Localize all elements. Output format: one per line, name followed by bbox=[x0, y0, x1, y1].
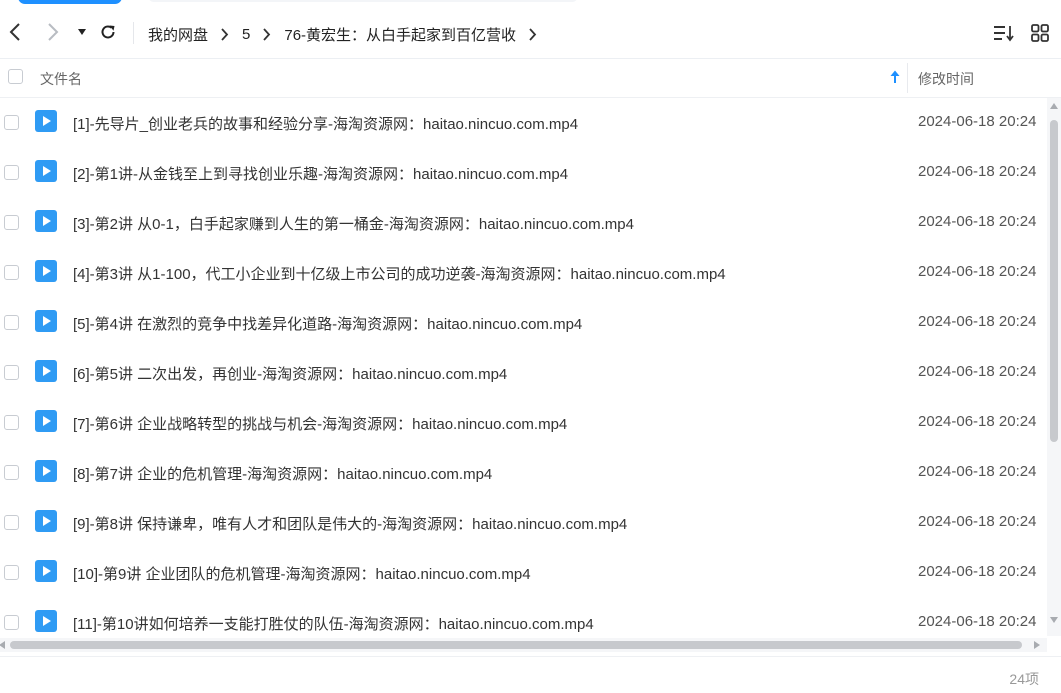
column-divider[interactable] bbox=[907, 63, 908, 93]
video-file-icon bbox=[35, 160, 57, 182]
file-modified-time: 2024-06-18 20:24 bbox=[918, 213, 1037, 230]
file-modified-time: 2024-06-18 20:24 bbox=[918, 113, 1037, 130]
chevron-right-icon bbox=[262, 27, 272, 41]
select-all-checkbox[interactable] bbox=[8, 69, 23, 84]
breadcrumb: 我的网盘 5 76-黄宏生：从白手起家到百亿营收 bbox=[148, 24, 550, 44]
file-name: [7]-第6讲 企业战略转型的挑战与机会-海淘资源网：haitao.nincuo… bbox=[73, 416, 568, 433]
file-row[interactable]: [6]-第5讲 二次出发，再创业-海淘资源网：haitao.nincuo.com… bbox=[0, 348, 1047, 398]
chevron-right-icon bbox=[220, 27, 230, 41]
row-checkbox[interactable] bbox=[4, 465, 19, 480]
chevron-left-icon bbox=[9, 23, 20, 41]
file-name: [9]-第8讲 保持谦卑，唯有人才和团队是伟大的-海淘资源网：haitao.ni… bbox=[73, 516, 628, 533]
file-row[interactable]: [4]-第3讲 从1-100，代工小企业到十亿级上市公司的成功逆袭-海淘资源网：… bbox=[0, 248, 1047, 298]
video-file-icon bbox=[35, 460, 57, 482]
file-modified-time: 2024-06-18 20:24 bbox=[918, 313, 1037, 330]
file-modified-time: 2024-06-18 20:24 bbox=[918, 513, 1037, 530]
file-row[interactable]: [5]-第4讲 在激烈的竞争中找差异化道路-海淘资源网：haitao.nincu… bbox=[0, 298, 1047, 348]
status-bar: 24项 bbox=[0, 656, 1061, 693]
file-name: [8]-第7讲 企业的危机管理-海淘资源网：haitao.nincuo.com.… bbox=[73, 466, 493, 483]
scroll-right-icon[interactable] bbox=[1033, 640, 1041, 650]
file-row[interactable]: [2]-第1讲-从金钱至上到寻找创业乐趣-海淘资源网：haitao.nincuo… bbox=[0, 148, 1047, 198]
grid-view-icon bbox=[1031, 24, 1049, 42]
caret-down-icon bbox=[78, 29, 86, 35]
breadcrumb-item-current[interactable]: 76-黄宏生：从白手起家到百亿营收 bbox=[284, 24, 516, 45]
column-header-name[interactable]: 文件名 bbox=[40, 69, 82, 89]
file-modified-time: 2024-06-18 20:24 bbox=[918, 413, 1037, 430]
grid-view-button[interactable] bbox=[1027, 20, 1053, 46]
chevron-right-icon[interactable] bbox=[528, 27, 538, 41]
horizontal-scrollbar[interactable] bbox=[0, 638, 1047, 652]
file-row[interactable]: [3]-第2讲 从0-1，白手起家赚到人生的第一桶金-海淘资源网：haitao.… bbox=[0, 198, 1047, 248]
file-modified-time: 2024-06-18 20:24 bbox=[918, 463, 1037, 480]
toolbar: 我的网盘 5 76-黄宏生：从白手起家到百亿营收 bbox=[0, 6, 1061, 59]
row-checkbox[interactable] bbox=[4, 415, 19, 430]
refresh-button[interactable] bbox=[96, 18, 120, 46]
file-modified-time: 2024-06-18 20:24 bbox=[918, 563, 1037, 580]
breadcrumb-item-folder-5[interactable]: 5 bbox=[242, 26, 250, 43]
file-row[interactable]: [9]-第8讲 保持谦卑，唯有人才和团队是伟大的-海淘资源网：haitao.ni… bbox=[0, 498, 1047, 548]
file-list: [1]-先导片_创业老兵的故事和经验分享-海淘资源网：haitao.nincuo… bbox=[0, 98, 1047, 636]
video-file-icon bbox=[35, 610, 57, 632]
video-file-icon bbox=[35, 310, 57, 332]
video-file-icon bbox=[35, 210, 57, 232]
history-dropdown-button[interactable] bbox=[70, 18, 94, 46]
file-row[interactable]: [7]-第6讲 企业战略转型的挑战与机会-海淘资源网：haitao.nincuo… bbox=[0, 398, 1047, 448]
file-modified-time: 2024-06-18 20:24 bbox=[918, 613, 1037, 630]
horizontal-scroll-thumb[interactable] bbox=[10, 641, 1022, 649]
video-file-icon bbox=[35, 560, 57, 582]
file-name: [5]-第4讲 在激烈的竞争中找差异化道路-海淘资源网：haitao.nincu… bbox=[73, 316, 583, 333]
column-header-modified[interactable]: 修改时间 bbox=[918, 69, 974, 89]
scroll-down-icon[interactable] bbox=[1049, 616, 1059, 624]
item-count: 24项 bbox=[1009, 671, 1039, 687]
row-checkbox[interactable] bbox=[4, 165, 19, 180]
sort-button[interactable] bbox=[991, 20, 1017, 46]
video-file-icon bbox=[35, 260, 57, 282]
row-checkbox[interactable] bbox=[4, 115, 19, 130]
file-name: [3]-第2讲 从0-1，白手起家赚到人生的第一桶金-海淘资源网：haitao.… bbox=[73, 216, 634, 233]
row-checkbox[interactable] bbox=[4, 215, 19, 230]
video-file-icon bbox=[35, 410, 57, 432]
file-modified-time: 2024-06-18 20:24 bbox=[918, 263, 1037, 280]
sort-list-icon bbox=[994, 26, 1014, 42]
file-name: [10]-第9讲 企业团队的危机管理-海淘资源网：haitao.nincuo.c… bbox=[73, 566, 531, 583]
row-checkbox[interactable] bbox=[4, 565, 19, 580]
list-header: 文件名 修改时间 bbox=[0, 59, 1061, 98]
search-bar-edge[interactable] bbox=[148, 0, 578, 2]
file-row[interactable]: [11]-第10讲如何培养一支能打胜仗的队伍-海淘资源网：haitao.ninc… bbox=[0, 598, 1047, 636]
toolbar-divider bbox=[133, 22, 134, 44]
chevron-right-icon bbox=[48, 23, 59, 41]
vertical-scrollbar[interactable] bbox=[1047, 98, 1061, 636]
arrow-up-icon[interactable] bbox=[888, 69, 902, 85]
row-checkbox[interactable] bbox=[4, 265, 19, 280]
breadcrumb-item-root[interactable]: 我的网盘 bbox=[148, 24, 208, 45]
scroll-left-icon[interactable] bbox=[0, 640, 6, 650]
row-checkbox[interactable] bbox=[4, 615, 19, 630]
row-checkbox[interactable] bbox=[4, 515, 19, 530]
video-file-icon bbox=[35, 510, 57, 532]
file-name: [11]-第10讲如何培养一支能打胜仗的队伍-海淘资源网：haitao.ninc… bbox=[73, 616, 594, 633]
file-name: [1]-先导片_创业老兵的故事和经验分享-海淘资源网：haitao.nincuo… bbox=[73, 116, 579, 133]
row-checkbox[interactable] bbox=[4, 365, 19, 380]
file-row[interactable]: [8]-第7讲 企业的危机管理-海淘资源网：haitao.nincuo.com.… bbox=[0, 448, 1047, 498]
forward-button[interactable] bbox=[41, 18, 65, 46]
file-name: [4]-第3讲 从1-100，代工小企业到十亿级上市公司的成功逆袭-海淘资源网：… bbox=[73, 266, 726, 283]
file-row[interactable]: [10]-第9讲 企业团队的危机管理-海淘资源网：haitao.nincuo.c… bbox=[0, 548, 1047, 598]
refresh-icon bbox=[101, 25, 115, 39]
row-checkbox[interactable] bbox=[4, 315, 19, 330]
upload-button-edge[interactable] bbox=[18, 0, 122, 4]
back-button[interactable] bbox=[3, 18, 27, 46]
file-row[interactable]: [1]-先导片_创业老兵的故事和经验分享-海淘资源网：haitao.nincuo… bbox=[0, 98, 1047, 148]
file-modified-time: 2024-06-18 20:24 bbox=[918, 163, 1037, 180]
video-file-icon bbox=[35, 110, 57, 132]
video-file-icon bbox=[35, 360, 57, 382]
file-name: [6]-第5讲 二次出发，再创业-海淘资源网：haitao.nincuo.com… bbox=[73, 366, 508, 383]
file-name: [2]-第1讲-从金钱至上到寻找创业乐趣-海淘资源网：haitao.nincuo… bbox=[73, 166, 569, 183]
file-modified-time: 2024-06-18 20:24 bbox=[918, 363, 1037, 380]
vertical-scroll-thumb[interactable] bbox=[1050, 120, 1058, 442]
scroll-up-icon[interactable] bbox=[1049, 102, 1059, 110]
